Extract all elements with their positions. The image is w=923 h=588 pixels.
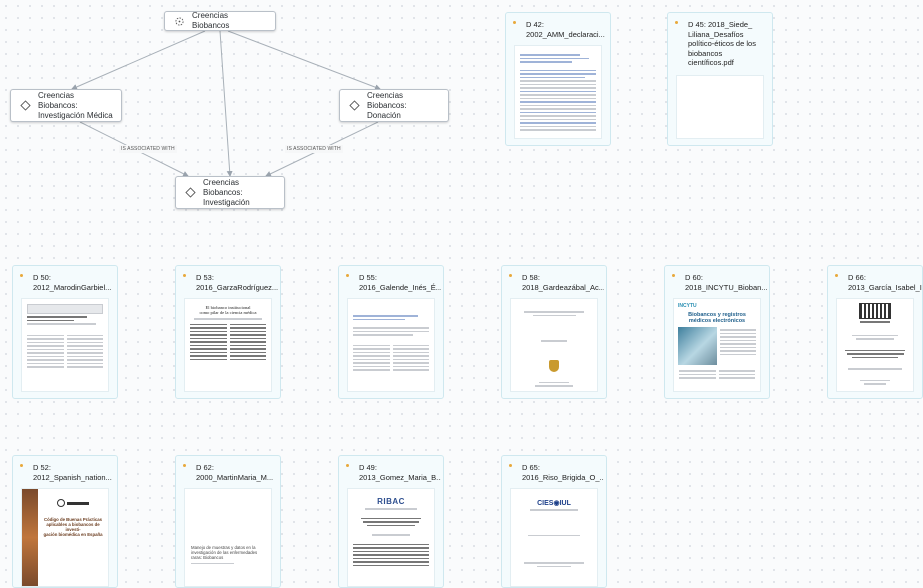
document-title: D 60: 2018_INCYTU_Bioban... [685,273,767,292]
document-thumbnail: CIES◉IUL [510,488,598,587]
status-dot [835,274,838,277]
diamond-icon [19,100,31,112]
document-title: D 50: 2012_MarodinGarbiel... [33,273,112,292]
diamond-icon [348,100,360,112]
document-card[interactable]: D 53: 2016_GarzaRodríguez... El biobanco… [175,265,281,399]
document-title: D 45: 2018_Siede_ Liliana_Desafíos polít… [688,20,756,67]
thumb-heading: RIBAC [377,497,405,506]
node-label: Creencias Biobancos: Donación [367,90,407,120]
document-thumbnail [510,298,598,392]
node-label: Creencias Biobancos [192,11,230,30]
status-dot [672,274,675,277]
incytu-logo: INCYTU [678,303,697,309]
edge-label: IS ASSOCIATED WITH [285,145,343,153]
document-title: D 49: 2013_Gomez_Maria_B... [359,463,441,482]
document-card[interactable]: D 55: 2016_Galende_Inés_É... [338,265,444,399]
node-donacion[interactable]: Creencias Biobancos: Donación [339,89,449,122]
document-title: D 66: 2013_García_Isabel_I... [848,273,922,292]
document-thumbnail [514,45,602,139]
university-logo [859,303,891,319]
thumb-photo [678,327,718,365]
document-title: D 52: 2012_Spanish_nation... [33,463,112,482]
document-card[interactable]: D 65: 2016_Riso_Brigida_O_... CIES◉IUL [501,455,607,588]
node-investigacion[interactable]: Creencias Biobancos: Investigación [175,176,285,209]
document-thumbnail [836,298,914,392]
thumb-heading: Biobancos y registros médicos electrónic… [688,312,746,324]
diamond-icon [184,187,196,199]
node-creencias-biobancos[interactable]: Creencias Biobancos [164,11,276,31]
document-card[interactable]: D 49: 2013_Gomez_Maria_B... RIBAC [338,455,444,588]
document-thumbnail [676,75,764,139]
crosshair-icon [173,15,185,27]
document-title: D 53: 2016_GarzaRodríguez... [196,273,278,292]
document-thumbnail [21,298,109,392]
graph-edges [71,30,381,177]
document-thumbnail [347,298,435,392]
edge-root-inv [219,30,233,177]
status-dot [346,274,349,277]
status-dot [20,464,23,467]
document-title: D 58: 2018_Gardeazábal_Ac... [522,273,604,292]
document-thumbnail: INCYTU Biobancos y registros médicos ele… [673,298,761,392]
edge-root-med [71,30,206,90]
document-card[interactable]: D 60: 2018_INCYTU_Bioban... INCYTU Bioba… [664,265,770,399]
status-dot [346,464,349,467]
status-dot [20,274,23,277]
edge-root-don [227,30,381,91]
status-dot [183,274,186,277]
document-title: D 55: 2016_Galende_Inés_É... [359,273,441,292]
thumb-sidebar-band [22,489,38,586]
status-dot [183,464,186,467]
status-dot [509,274,512,277]
status-dot [513,21,516,24]
status-dot [675,21,678,24]
document-thumbnail: El biobanco institucional como pilar de … [184,298,272,392]
document-card[interactable]: D 58: 2018_Gardeazábal_Ac... [501,265,607,399]
document-thumbnail: Código de Buenas Prácticas aplicables a … [21,488,109,587]
node-investigacion-medica[interactable]: Creencias Biobancos: Investigación Médic… [10,89,122,122]
document-card[interactable]: D 45: 2018_Siede_ Liliana_Desafíos polít… [667,12,773,146]
network-canvas[interactable]: Creencias Biobancos Creencias Biobancos:… [0,0,923,588]
document-title: D 42: 2002_AMM_declaraci... [526,20,605,39]
document-title: D 65: 2016_Riso_Brigida_O_... [522,463,604,482]
edge-label: IS ASSOCIATED WITH [119,145,177,153]
document-thumbnail: RIBAC [347,488,435,587]
document-card[interactable]: D 52: 2012_Spanish_nation... Código de B… [12,455,118,588]
thumb-heading: Manejo de muestras y datos en la investi… [191,545,258,561]
document-card[interactable]: D 50: 2012_MarodinGarbiel... [12,265,118,399]
document-card[interactable]: D 62: 2000_MartinMaria_M... Manejo de mu… [175,455,281,588]
document-thumbnail: Manejo de muestras y datos en la investi… [184,488,272,587]
document-title: D 62: 2000_MartinMaria_M... [196,463,274,482]
status-dot [509,464,512,467]
node-label: Creencias Biobancos: Investigación Médic… [38,90,113,120]
thumb-heading: CIES◉IUL [537,500,571,507]
document-card[interactable]: D 42: 2002_AMM_declaraci... [505,12,611,146]
thumb-heading: Código de Buenas Prácticas aplicables a … [43,517,103,537]
node-label: Creencias Biobancos: Investigación [203,177,250,207]
thumb-heading: El biobanco institucional como pilar de … [199,305,257,315]
isciii-logo [38,499,108,507]
document-card[interactable]: D 66: 2013_García_Isabel_I... [827,265,923,399]
crest-icon [549,359,559,372]
